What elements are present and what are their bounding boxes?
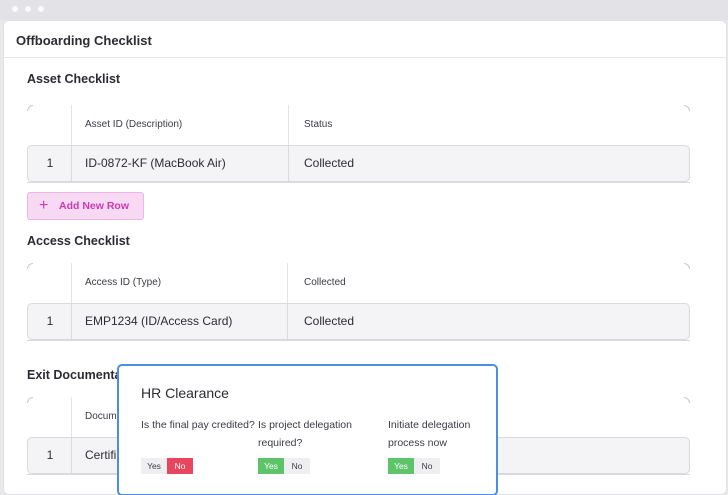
asset-table-header: Asset ID (Description) Status bbox=[27, 105, 690, 145]
yes-option[interactable]: Yes bbox=[258, 458, 284, 474]
yes-option[interactable]: Yes bbox=[141, 458, 167, 474]
no-option[interactable]: No bbox=[414, 458, 440, 474]
project-delegation-toggle[interactable]: Yes No bbox=[258, 458, 310, 474]
window-dot-icon bbox=[25, 6, 31, 12]
add-new-row-button[interactable]: + Add New Row bbox=[27, 192, 144, 220]
table-row[interactable]: 1 ID-0872-KF (MacBook Air) Collected bbox=[27, 145, 690, 182]
column-header-access-id: Access ID (Type) bbox=[85, 277, 162, 288]
plus-icon: + bbox=[39, 197, 49, 214]
column-header-collected: Collected bbox=[304, 277, 346, 288]
divider bbox=[4, 57, 726, 58]
document-cell[interactable]: Certifi bbox=[85, 438, 116, 473]
asset-id-cell[interactable]: ID-0872-KF (MacBook Air) bbox=[85, 146, 226, 181]
asset-table: Asset ID (Description) Status 1 ID-0872-… bbox=[27, 105, 690, 183]
access-table-header: Access ID (Type) Collected bbox=[27, 263, 690, 303]
asset-section-title: Asset Checklist bbox=[27, 72, 121, 86]
collected-cell[interactable]: Collected bbox=[304, 304, 354, 339]
question-project-delegation: Is project delegation required? bbox=[258, 419, 352, 449]
question-final-pay: Is the final pay credited? bbox=[141, 419, 255, 431]
access-section-title: Access Checklist bbox=[27, 234, 130, 248]
question-initiate-delegation: Initiate delegation process now bbox=[388, 419, 471, 449]
window-dot-icon bbox=[38, 6, 44, 12]
row-index: 1 bbox=[46, 156, 54, 170]
no-option[interactable]: No bbox=[167, 458, 193, 474]
access-table: Access ID (Type) Collected 1 EMP1234 (ID… bbox=[27, 263, 690, 341]
row-index: 1 bbox=[46, 314, 54, 328]
modal-title: HR Clearance bbox=[141, 385, 229, 401]
row-index: 1 bbox=[46, 448, 54, 462]
no-option[interactable]: No bbox=[284, 458, 310, 474]
panel-title: Offboarding Checklist bbox=[16, 33, 152, 48]
yes-option[interactable]: Yes bbox=[388, 458, 414, 474]
column-header-document: Docum bbox=[85, 411, 117, 422]
exit-section-title: Exit Documenta bbox=[27, 368, 122, 382]
initiate-delegation-toggle[interactable]: Yes No bbox=[388, 458, 440, 474]
hr-clearance-modal: HR Clearance Is the final pay credited? … bbox=[117, 364, 498, 495]
column-header-status: Status bbox=[304, 119, 333, 130]
final-pay-toggle[interactable]: Yes No bbox=[141, 458, 193, 474]
add-new-row-label: Add New Row bbox=[59, 200, 129, 212]
column-header-asset-id: Asset ID (Description) bbox=[85, 119, 183, 130]
status-cell[interactable]: Collected bbox=[304, 146, 354, 181]
access-id-cell[interactable]: EMP1234 (ID/Access Card) bbox=[85, 304, 232, 339]
table-row[interactable]: 1 EMP1234 (ID/Access Card) Collected bbox=[27, 303, 690, 340]
window-dot-icon bbox=[12, 6, 18, 12]
window-titlebar bbox=[0, 0, 728, 20]
